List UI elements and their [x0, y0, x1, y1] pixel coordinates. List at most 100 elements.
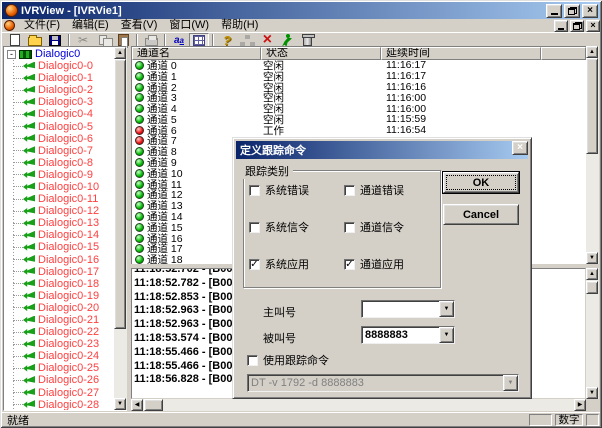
checkbox-box-icon[interactable]: ✓ — [247, 355, 258, 366]
down-arrow-icon: ▼ — [589, 255, 595, 261]
tree-connector — [13, 186, 23, 187]
dropdown-button[interactable]: ▼ — [439, 327, 454, 343]
tree-item[interactable]: Dialogic0-23 — [4, 338, 113, 350]
status-pane-cap — [529, 414, 552, 426]
use-trace-command-checkbox[interactable]: ✓ 使用跟踪命令 — [247, 354, 329, 366]
scroll-down-button[interactable]: ▼ — [586, 252, 598, 264]
tree-item[interactable]: Dialogic0-8 — [4, 157, 113, 169]
dialog-titlebar[interactable]: 定义跟踪命令 × — [236, 141, 528, 159]
called-number-value[interactable]: 8888883 — [362, 327, 439, 343]
tree-item[interactable]: Dialogic0-28 — [4, 399, 113, 410]
close-button[interactable]: × — [582, 4, 598, 18]
minimize-button[interactable] — [546, 4, 562, 18]
tree-item[interactable]: Dialogic0-5 — [4, 120, 113, 132]
log-vertical-scrollbar[interactable]: ▲ ▼ — [586, 268, 599, 399]
ok-button[interactable]: OK — [443, 172, 519, 193]
child-minimize-button[interactable] — [554, 20, 568, 32]
restore-icon — [573, 22, 582, 30]
document-icon[interactable] — [4, 20, 15, 31]
tree-item[interactable]: Dialogic0-26 — [4, 374, 113, 386]
check-icon: ✓ — [345, 260, 353, 269]
tree-connector — [13, 199, 23, 200]
checkbox-box-icon[interactable]: ✓ — [249, 259, 260, 270]
collapse-icon[interactable]: - — [7, 50, 16, 59]
device-icon — [23, 255, 35, 264]
tree-item[interactable]: Dialogic0-22 — [4, 326, 113, 338]
scroll-right-button[interactable]: ▶ — [574, 399, 586, 411]
tree-item[interactable]: Dialogic0-14 — [4, 229, 113, 241]
tree-item-label: Dialogic0-9 — [38, 169, 93, 181]
checkbox[interactable]: ✓ 通道错误 — [344, 184, 404, 196]
menu-item[interactable]: 窗口(W) — [163, 19, 215, 32]
tree-item[interactable]: Dialogic0-3 — [4, 96, 113, 108]
tree-item[interactable]: Dialogic0-0 — [4, 60, 113, 72]
tree-item[interactable]: Dialogic0-6 — [4, 133, 113, 145]
tree-item[interactable]: Dialogic0-1 — [4, 72, 113, 84]
tree-item[interactable]: Dialogic0-27 — [4, 387, 113, 399]
tree-item[interactable]: Dialogic0-16 — [4, 254, 113, 266]
checkbox-box-icon[interactable]: ✓ — [249, 222, 260, 233]
titlebar[interactable]: IVRView - [IVRVie1] × — [2, 2, 600, 19]
list-scrollbar[interactable]: ▲ ▼ — [586, 46, 599, 264]
scroll-up-button[interactable]: ▲ — [114, 47, 126, 59]
child-close-button[interactable]: × — [586, 20, 600, 32]
menubar: 文件(F) 编辑(E) 查看(V) 窗口(W) 帮助(H) × — [2, 19, 600, 32]
tree-scrollbar[interactable]: ▲ ▼ — [114, 47, 127, 410]
tree-item[interactable]: Dialogic0-2 — [4, 84, 113, 96]
toolbar-icon — [193, 35, 205, 46]
column-header-duration[interactable]: 延续时间 — [381, 47, 541, 60]
calling-number-combobox[interactable]: ▼ — [361, 300, 455, 318]
scroll-up-button[interactable]: ▲ — [586, 46, 598, 58]
tree-item[interactable]: Dialogic0-9 — [4, 169, 113, 181]
child-restore-button[interactable] — [570, 20, 584, 32]
tree-item[interactable]: Dialogic0-18 — [4, 278, 113, 290]
tree-item[interactable]: Dialogic0-13 — [4, 217, 113, 229]
scrollbar-thumb[interactable] — [114, 59, 126, 329]
checkbox-box-icon[interactable]: ✓ — [344, 185, 355, 196]
tree-item[interactable]: Dialogic0-7 — [4, 145, 113, 157]
tree-item[interactable]: Dialogic0-10 — [4, 181, 113, 193]
tree-item[interactable]: Dialogic0-25 — [4, 362, 113, 374]
scrollbar-thumb[interactable] — [586, 58, 598, 154]
tree-item[interactable]: Dialogic0-15 — [4, 241, 113, 253]
scrollbar-thumb[interactable] — [586, 281, 598, 294]
menu: 文件(F) 编辑(E) 查看(V) 窗口(W) 帮助(H) — [18, 19, 554, 32]
tree-item[interactable]: Dialogic0-21 — [4, 314, 113, 326]
restore-button[interactable] — [564, 4, 580, 18]
scroll-up-button[interactable]: ▲ — [586, 268, 598, 280]
checkbox-box-icon[interactable]: ✓ — [344, 259, 355, 270]
scroll-down-button[interactable]: ▼ — [586, 387, 598, 399]
menu-item[interactable]: 文件(F) — [18, 19, 66, 32]
tree-item[interactable]: Dialogic0-11 — [4, 193, 113, 205]
menu-item[interactable]: 编辑(E) — [66, 19, 115, 32]
checkbox[interactable]: ✓ 通道应用 — [344, 258, 404, 270]
tree-root-item[interactable]: - Dialogic0 — [4, 48, 113, 60]
tree-item[interactable]: Dialogic0-24 — [4, 350, 113, 362]
scroll-down-button[interactable]: ▼ — [114, 398, 126, 410]
checkbox[interactable]: ✓ 通道信令 — [344, 221, 404, 233]
dialog-close-button[interactable]: × — [512, 141, 528, 155]
scrollbar-thumb[interactable] — [144, 399, 163, 411]
column-header-status[interactable]: 状态 — [261, 47, 381, 60]
tree-item[interactable]: Dialogic0-20 — [4, 302, 113, 314]
checkbox[interactable]: ✓ 系统信令 — [249, 221, 344, 233]
checkbox-box-icon[interactable]: ✓ — [344, 222, 355, 233]
tree-item[interactable]: Dialogic0-19 — [4, 290, 113, 302]
menu-item[interactable]: 查看(V) — [115, 19, 164, 32]
checkbox-box-icon[interactable]: ✓ — [249, 185, 260, 196]
tree-item[interactable]: Dialogic0-17 — [4, 266, 113, 278]
column-header-name[interactable]: 通道名 — [132, 47, 261, 60]
dropdown-button[interactable]: ▼ — [439, 301, 454, 317]
checkbox[interactable]: ✓ 系统错误 — [249, 184, 344, 196]
tree-item[interactable]: Dialogic0-12 — [4, 205, 113, 217]
scroll-left-button[interactable]: ◀ — [131, 399, 143, 411]
status-text: 就绪 — [2, 412, 526, 428]
menu-item[interactable]: 帮助(H) — [215, 19, 264, 32]
checkbox[interactable]: ✓ 系统应用 — [249, 258, 344, 270]
restore-icon — [568, 7, 577, 15]
log-horizontal-scrollbar[interactable]: ◀ ▶ — [131, 399, 586, 411]
called-number-combobox[interactable]: 8888883 ▼ — [361, 326, 455, 344]
cancel-button[interactable]: Cancel — [443, 204, 519, 225]
tree-item[interactable]: Dialogic0-4 — [4, 108, 113, 120]
calling-number-value[interactable] — [362, 301, 439, 317]
